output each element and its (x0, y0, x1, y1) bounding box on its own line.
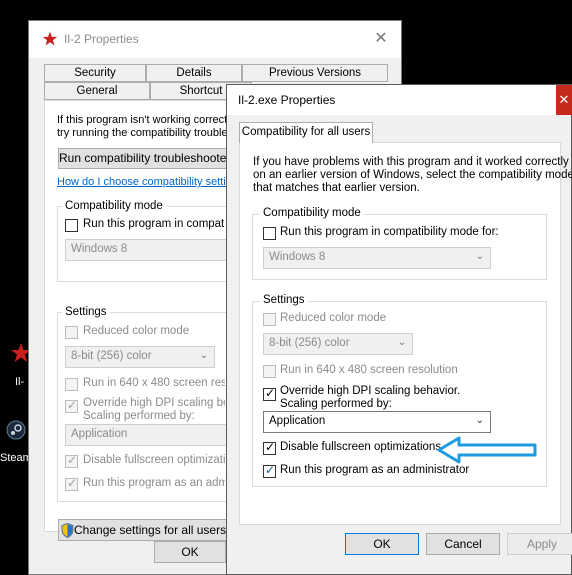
compat-mode-label: Compatibility mode (62, 200, 166, 212)
close-button[interactable]: ✕ (556, 85, 572, 115)
reduced-color-checkbox[interactable] (263, 313, 276, 326)
desktop-icon-label: Il- (15, 376, 25, 388)
tab-general[interactable]: General (44, 82, 150, 100)
tab-compat-all-users[interactable]: Compatibility for all users (239, 122, 373, 143)
run640-label: Run in 640 x 480 screen resolution (280, 364, 458, 376)
compat-checkbox[interactable] (263, 227, 276, 240)
color-select[interactable]: 8-bit (256) color ⌄ (65, 346, 215, 368)
close-button[interactable]: ✕ (369, 28, 393, 50)
tab-panel: If you have problems with this program a… (239, 142, 572, 525)
tab-security[interactable]: Security (44, 64, 146, 82)
cancel-button[interactable]: Cancel (426, 533, 500, 555)
annotation-arrow-icon (437, 436, 537, 464)
settings-label: Settings (260, 294, 308, 306)
run640-checkbox[interactable] (65, 378, 78, 391)
compat-checkbox[interactable] (65, 219, 78, 232)
back-ok-button[interactable]: OK (154, 541, 226, 563)
close-icon: ✕ (374, 30, 388, 47)
run640-label: Run in 640 x 480 screen resolu (83, 377, 225, 389)
change-settings-all-users-button[interactable]: Change settings for all users (58, 519, 228, 541)
override-dpi-label: Override high DPI scaling behav Scaling … (83, 397, 225, 422)
override-dpi-label: Override high DPI scaling behavior. Scal… (280, 385, 461, 410)
intro-text: If this program isn't working correctly … (57, 114, 236, 139)
compat-os-select[interactable]: Windows 8 ⌄ (263, 247, 491, 269)
run-admin-checkbox[interactable] (65, 476, 78, 491)
disable-fullscreen-label: Disable fullscreen optimizations (83, 454, 225, 466)
compat-os-select[interactable]: Windows 8 (65, 239, 229, 261)
desktop-steam-icon[interactable]: Steam (0, 418, 32, 468)
title-bar[interactable]: Il-2 Properties ✕ (29, 21, 401, 58)
intro-text: If you have problems with this program a… (253, 156, 572, 194)
how-to-choose-link[interactable]: How do I choose compatibility settin (57, 176, 227, 188)
disable-fullscreen-label: Disable fullscreen optimizations (280, 441, 442, 453)
ok-button[interactable]: OK (345, 533, 419, 555)
run-admin-checkbox[interactable] (263, 463, 276, 478)
reduced-color-checkbox[interactable] (65, 326, 78, 339)
red-star-icon (42, 31, 58, 46)
compat-check-label: Run this program in compatibility mode f… (280, 226, 499, 238)
settings-label: Settings (62, 306, 110, 318)
disable-fullscreen-checkbox[interactable] (65, 453, 78, 468)
scaling-select[interactable]: Application (65, 424, 229, 446)
steam-icon (6, 420, 26, 440)
close-icon: ✕ (558, 92, 570, 107)
run-admin-label: Run this program as an administrator (280, 464, 470, 476)
window-title: Il-2 Properties (64, 32, 139, 46)
color-select[interactable]: 8-bit (256) color ⌄ (263, 333, 413, 355)
il2-exe-properties-window: Il-2.exe Properties ✕ Compatibility for … (226, 84, 572, 575)
tab-details[interactable]: Details (146, 64, 242, 82)
run-admin-label: Run this program as an adminis (83, 477, 225, 489)
run640-checkbox[interactable] (263, 365, 276, 378)
title-bar[interactable]: Il-2.exe Properties ✕ (227, 85, 572, 115)
scaling-select[interactable]: Application ⌄ (263, 411, 491, 433)
window-title: Il-2.exe Properties (238, 93, 336, 107)
uac-shield-icon (61, 523, 74, 538)
override-dpi-checkbox[interactable] (65, 398, 78, 413)
reduced-color-label: Reduced color mode (83, 325, 190, 337)
compat-mode-label: Compatibility mode (260, 207, 364, 219)
reduced-color-label: Reduced color mode (280, 312, 387, 324)
disable-fullscreen-checkbox[interactable] (263, 440, 276, 455)
desktop-il2-icon[interactable]: Il- (6, 340, 31, 390)
compat-check-label: Run this program in compatibilit (83, 218, 225, 230)
run-troubleshooter-button[interactable]: Run compatibility troubleshooter (58, 148, 228, 169)
override-dpi-checkbox[interactable] (263, 386, 276, 401)
apply-button[interactable]: Apply (507, 533, 572, 555)
tab-previous-versions[interactable]: Previous Versions (242, 64, 388, 82)
